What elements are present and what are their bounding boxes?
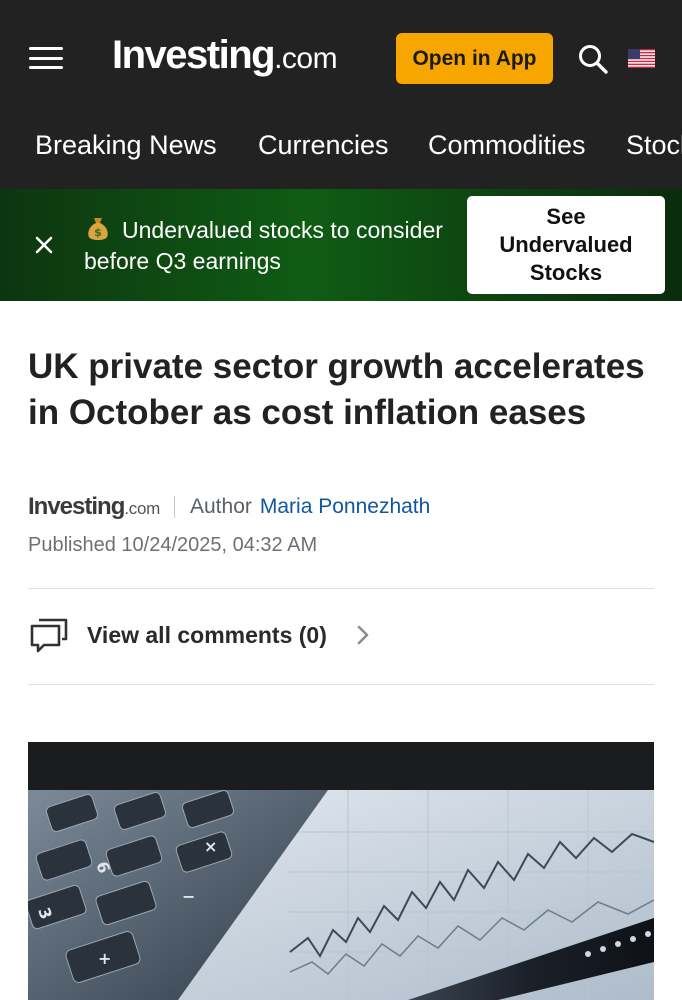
category-nav: Breaking News Currencies Commodities Sto… <box>0 116 682 189</box>
article-byline: Investing .com Author Maria Ponnezhath <box>28 492 430 522</box>
hamburger-menu-icon[interactable] <box>29 47 63 69</box>
nav-item-breaking-news[interactable]: Breaking News <box>35 130 217 161</box>
view-comments-link[interactable]: View all comments (0) <box>28 612 371 658</box>
chevron-right-icon <box>357 625 369 645</box>
open-in-app-button[interactable]: Open in App <box>396 33 553 84</box>
see-undervalued-stocks-button[interactable]: See Undervalued Stocks <box>467 196 665 294</box>
site-logo[interactable]: Investing .com <box>112 33 338 83</box>
published-timestamp: Published 10/24/2025, 04:32 AM <box>28 534 318 556</box>
svg-text:$: $ <box>94 226 102 239</box>
logo-suffix-text: .com <box>274 42 338 75</box>
top-header: Investing .com Open in App <box>0 0 682 116</box>
nav-item-stocks[interactable]: Stocks <box>626 130 682 161</box>
money-bag-icon: $ <box>88 218 108 240</box>
logo-main-text: Investing <box>112 33 276 77</box>
source-logo: Investing .com <box>28 493 160 521</box>
svg-text:+: + <box>98 949 111 968</box>
author-label: Author <box>190 495 252 518</box>
nav-item-currencies[interactable]: Currencies <box>258 130 389 161</box>
byline-divider <box>174 496 175 518</box>
calculator-chart-image: 6 3 × − + <box>28 742 654 1000</box>
article-headline: UK private sector growth accelerates in … <box>28 347 645 432</box>
svg-text:−: − <box>182 887 195 906</box>
promo-text: Undervalued stocks to consider before Q3… <box>84 217 443 274</box>
comments-icon <box>30 618 68 653</box>
divider <box>28 588 654 589</box>
source-logo-main: Investing <box>28 493 125 520</box>
source-logo-suffix: .com <box>124 499 160 518</box>
close-icon[interactable] <box>30 231 58 259</box>
us-flag-icon[interactable] <box>628 49 655 68</box>
search-icon[interactable] <box>576 42 610 76</box>
promo-message: $ Undervalued stocks to consider before … <box>84 214 454 277</box>
divider <box>28 684 654 685</box>
nav-item-commodities[interactable]: Commodities <box>428 130 586 161</box>
author-link[interactable]: Maria Ponnezhath <box>260 495 430 519</box>
comments-label: View all comments (0) <box>87 621 327 648</box>
promo-banner: $ Undervalued stocks to consider before … <box>0 189 682 301</box>
svg-text:×: × <box>204 837 217 856</box>
